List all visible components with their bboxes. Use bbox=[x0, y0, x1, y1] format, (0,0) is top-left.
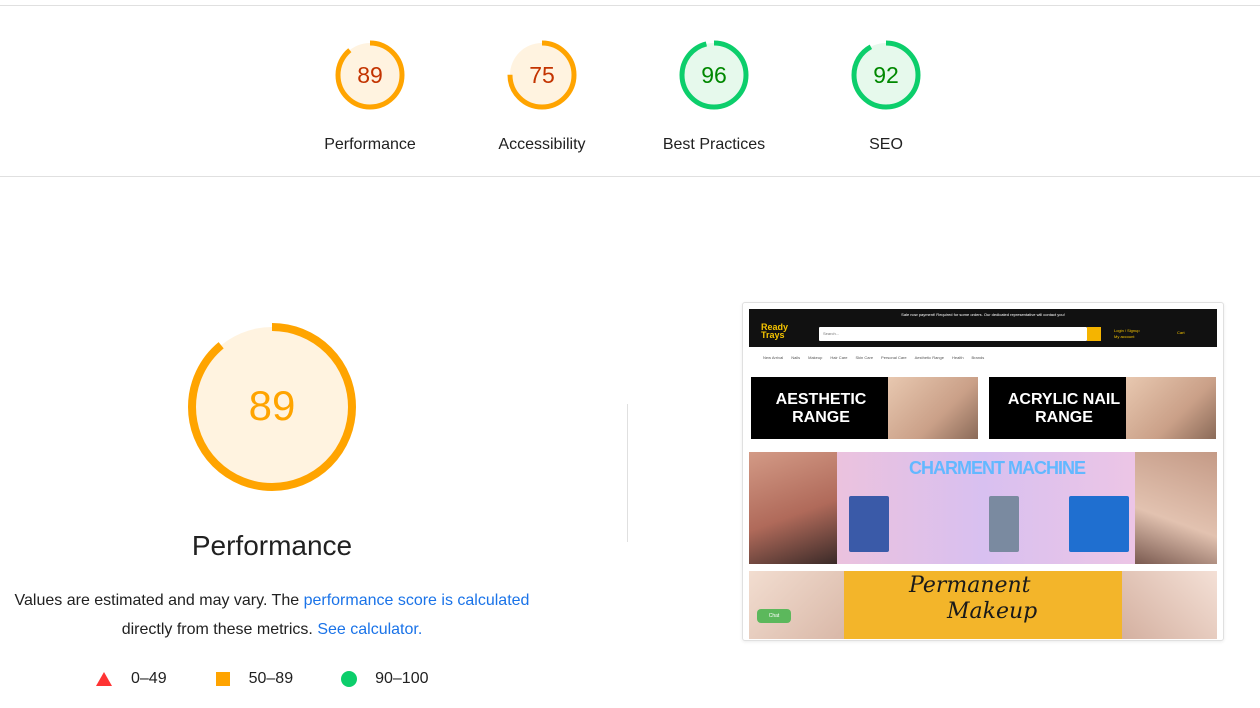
performance-title: Performance bbox=[191, 530, 353, 561]
site-nav-item: Personal Care bbox=[881, 355, 907, 360]
gauge-score: 75 bbox=[529, 62, 555, 88]
desc-text-2: directly from these metrics. bbox=[121, 621, 318, 638]
site-nav-item: Makeup bbox=[808, 355, 823, 360]
banner-eye-photo bbox=[1135, 452, 1217, 564]
gauge-score: 92 bbox=[873, 62, 899, 88]
site-nav-item: Hair Care bbox=[830, 355, 848, 360]
site-nav: New Arrival Nails Makeup Hair Care Skin Care… bbox=[763, 355, 992, 360]
site-search-button bbox=[1087, 327, 1101, 341]
banner-charment: CHARMENT MACHINE bbox=[749, 452, 1217, 564]
square-icon bbox=[215, 672, 230, 686]
gauge-score: 89 bbox=[357, 62, 383, 88]
see-calculator-link[interactable]: See calculator. bbox=[317, 621, 422, 638]
banner-aesthetic-photo bbox=[888, 377, 978, 439]
gauge-score: 96 bbox=[701, 62, 727, 88]
gauge-seo[interactable]: 92 SEO bbox=[816, 38, 956, 154]
triangle-icon bbox=[96, 672, 112, 686]
legend-fail-range: 0–49 bbox=[131, 670, 167, 687]
site-header: Sale now payment! Required for some orde… bbox=[749, 309, 1217, 347]
gauge-label: SEO bbox=[869, 136, 903, 153]
site-nav-item: Brands bbox=[971, 355, 985, 360]
performance-description: Values are estimated and may vary. The p… bbox=[0, 586, 554, 644]
gauge-accessibility-ring: 75 bbox=[507, 40, 577, 110]
gauge-performance-ring: 89 bbox=[335, 40, 405, 110]
site-account: Login / Signup My account bbox=[1114, 328, 1140, 339]
banner-acrylic-photo bbox=[1126, 377, 1216, 439]
banner-permanent-makeup: Permanent Makeup Chat bbox=[749, 571, 1217, 639]
desc-text: Values are estimated and may vary. The bbox=[14, 592, 304, 609]
legend-pass-range: 90–100 bbox=[375, 670, 429, 687]
top-divider bbox=[0, 5, 1260, 6]
section-divider bbox=[0, 176, 1260, 177]
site-nav-item: Health bbox=[951, 355, 964, 360]
banner-right-photo bbox=[1122, 571, 1217, 639]
site-cart: Cart bbox=[1177, 330, 1185, 335]
gauge-best-practices[interactable]: 96 Best Practices bbox=[644, 38, 784, 154]
banner-left-photo bbox=[749, 571, 844, 639]
site-nav-item: New Arrival bbox=[763, 355, 784, 360]
gauge-label: Accessibility bbox=[498, 136, 586, 153]
gauge-label: Best Practices bbox=[662, 136, 766, 153]
chat-widget: Chat bbox=[757, 609, 791, 623]
vertical-divider bbox=[627, 404, 628, 542]
announcement-bar: Sale now payment! Required for some orde… bbox=[901, 312, 1065, 317]
site-nav-item: Skin Care bbox=[855, 355, 874, 360]
legend-pass: 90–100 bbox=[341, 670, 428, 688]
gauge-performance[interactable]: 89 Performance bbox=[300, 38, 440, 154]
performance-big-score: 89 bbox=[249, 382, 296, 429]
gauge-best-practices-ring: 96 bbox=[679, 40, 749, 110]
gauge-seo-ring: 92 bbox=[851, 40, 921, 110]
performance-score-link[interactable]: performance score is calculated bbox=[304, 592, 530, 609]
final-screenshot[interactable]: Sale now payment! Required for some orde… bbox=[742, 302, 1224, 641]
legend-fail: 0–49 bbox=[95, 670, 167, 688]
site-nav-item: Aesthetic Range bbox=[914, 355, 944, 360]
gauge-label: Performance bbox=[324, 136, 416, 153]
banner-lips-photo bbox=[749, 452, 837, 564]
screenshot-page: Sale now payment! Required for some orde… bbox=[749, 309, 1217, 639]
performance-big-gauge: 89 bbox=[188, 323, 356, 491]
circle-icon bbox=[341, 671, 358, 687]
gauge-accessibility[interactable]: 75 Accessibility bbox=[472, 38, 612, 154]
score-legend: 0–49 50–89 90–100 bbox=[95, 670, 476, 688]
site-logo: Ready Trays bbox=[761, 322, 789, 340]
legend-average: 50–89 bbox=[215, 670, 294, 688]
banner-acrylic: ACRYLIC NAIL RANGE bbox=[989, 377, 1216, 439]
site-nav-item: Nails bbox=[791, 355, 801, 360]
site-search-input: Search... bbox=[819, 327, 1087, 341]
banner-aesthetic: AESTHETIC RANGE bbox=[751, 377, 978, 439]
legend-average-range: 50–89 bbox=[248, 670, 294, 687]
